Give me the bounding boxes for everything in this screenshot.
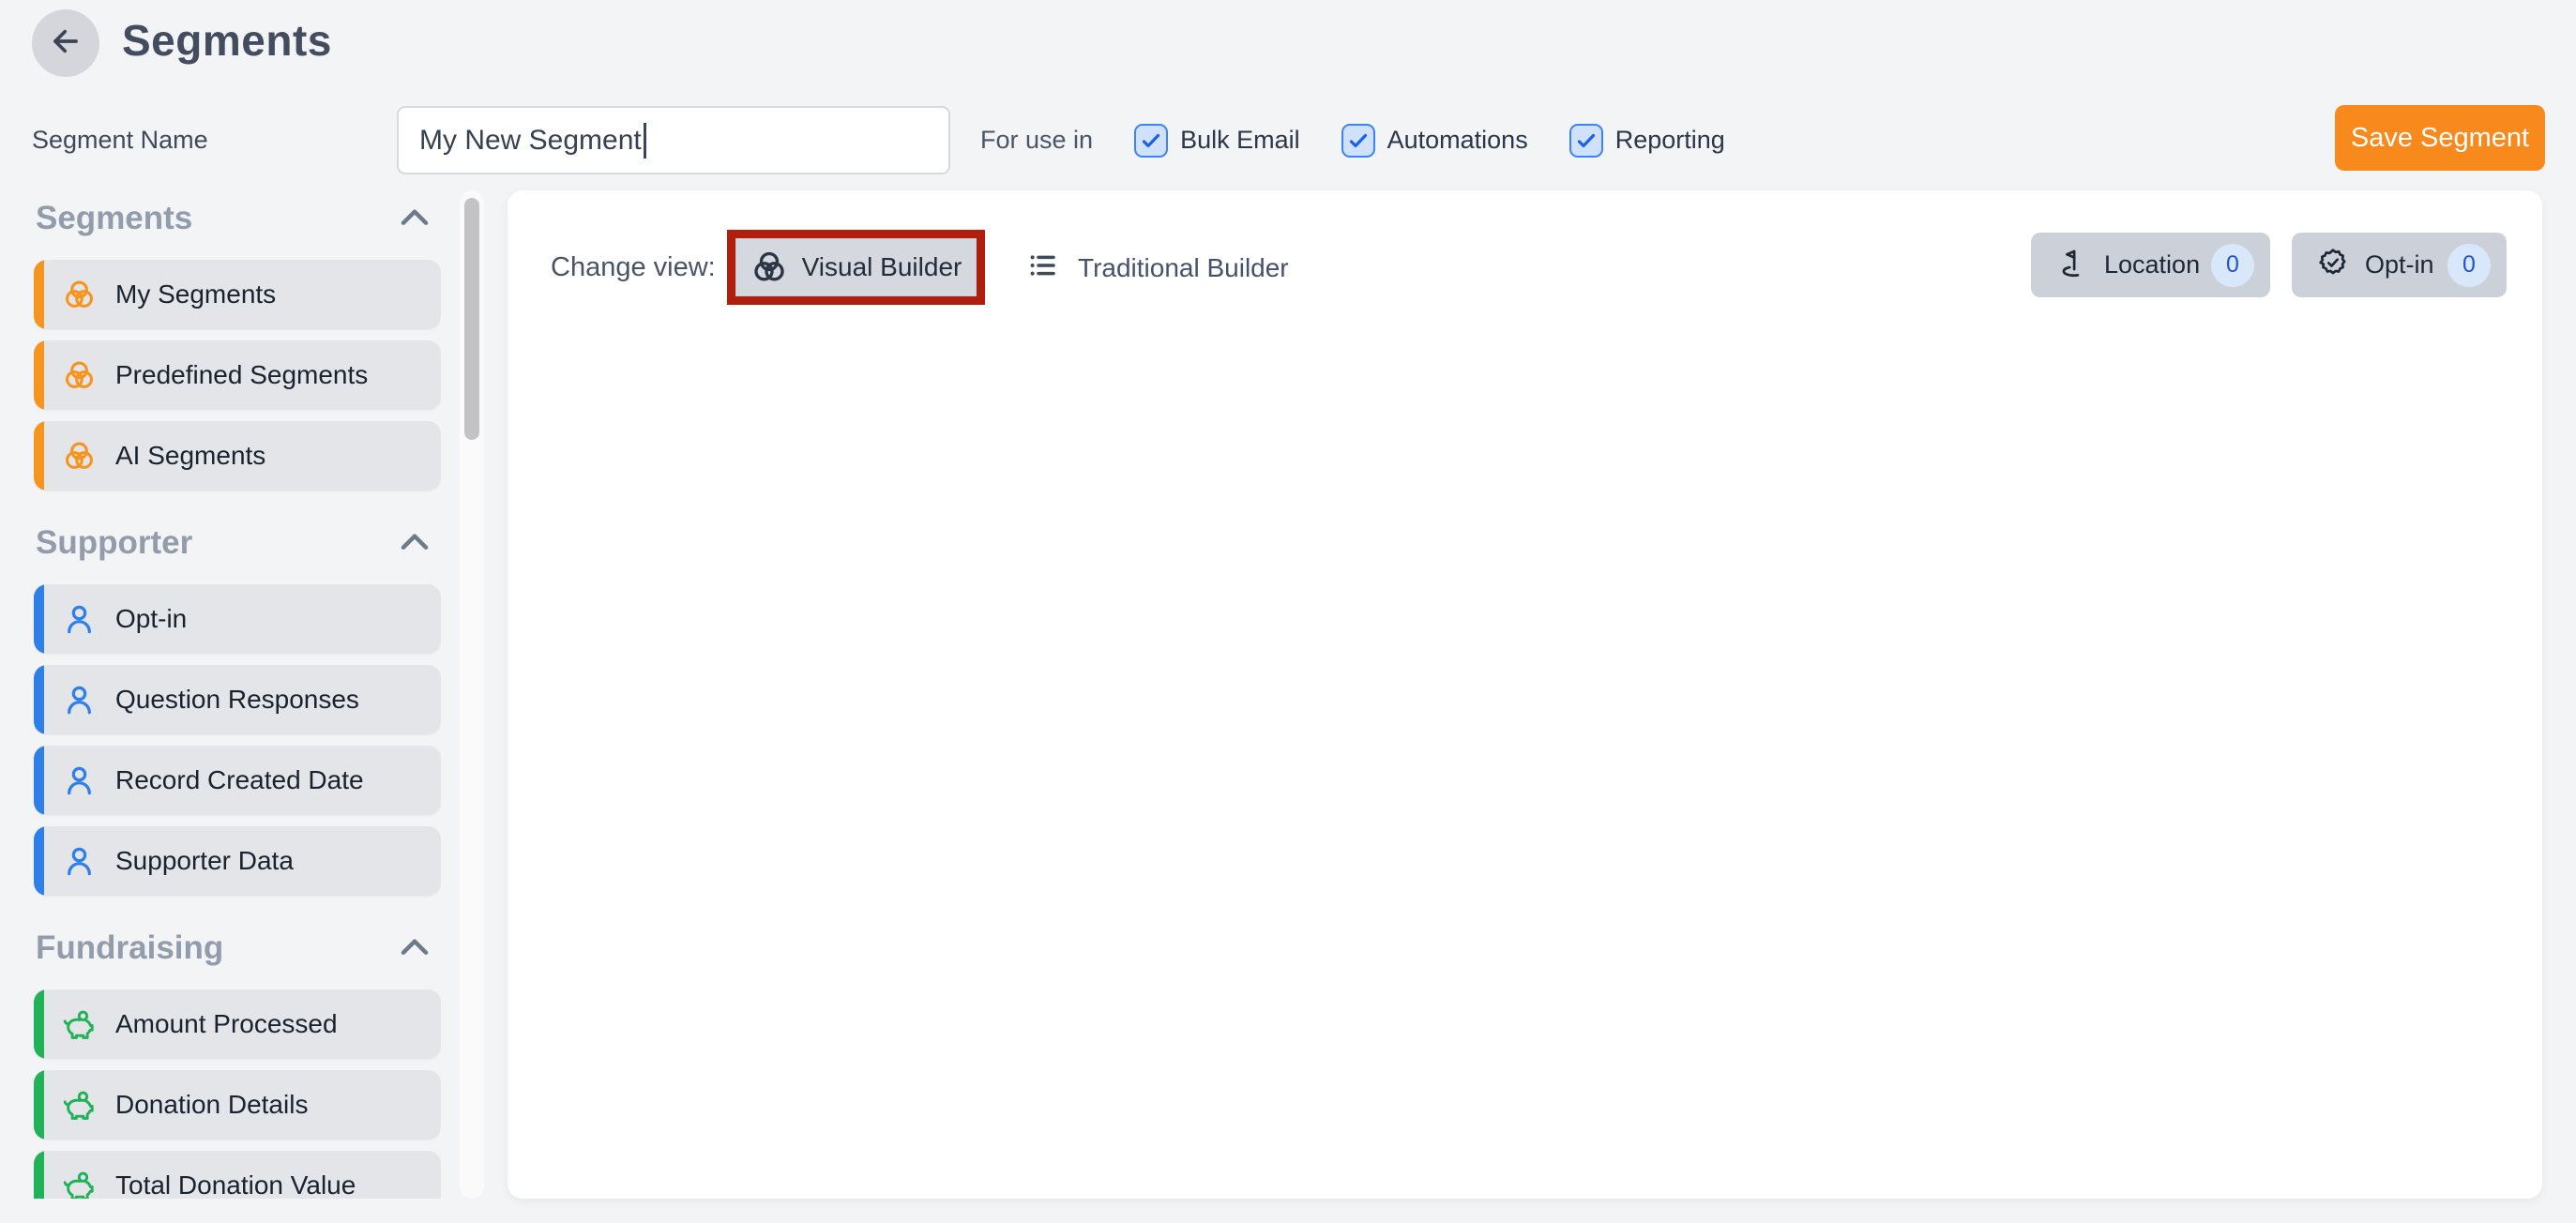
- section-title: Fundraising: [36, 929, 223, 967]
- back-button[interactable]: [32, 9, 99, 77]
- for-use-in-group: For use in Bulk Email Automations Report…: [980, 106, 1725, 174]
- venn-diagram-icon: [62, 278, 97, 312]
- accent-bar: [34, 584, 44, 654]
- checkbox-label: Automations: [1387, 126, 1528, 155]
- person-icon: [62, 602, 97, 637]
- sidebar-item-label: Donation Details: [115, 1090, 308, 1120]
- sidebar-item-label: My Segments: [115, 279, 276, 310]
- sidebar-scrollbar-thumb[interactable]: [464, 198, 479, 440]
- sidebar-item-label: Record Created Date: [115, 765, 364, 795]
- accent-bar: [34, 421, 44, 491]
- page-title: Segments: [122, 15, 332, 66]
- save-segment-button[interactable]: Save Segment: [2335, 105, 2545, 171]
- accent-bar: [34, 989, 44, 1059]
- chevron-up-icon[interactable]: [400, 532, 430, 555]
- for-use-in-label: For use in: [980, 126, 1093, 155]
- sidebar-item-amount-processed[interactable]: Amount Processed: [34, 989, 441, 1059]
- venn-diagram-icon: [62, 439, 97, 474]
- segment-name-label: Segment Name: [32, 126, 208, 155]
- checkbox-checked-icon[interactable]: [1341, 124, 1375, 158]
- person-icon: [62, 683, 97, 717]
- piggy-bank-icon: [62, 1007, 97, 1042]
- section-title: Segments: [36, 200, 192, 237]
- sidebar-item-label: Question Responses: [115, 685, 359, 715]
- sidebar-item-ai-segments[interactable]: AI Segments: [34, 421, 441, 491]
- change-view-label: Change view:: [551, 252, 716, 283]
- accent-bar: [34, 1070, 44, 1140]
- traditional-builder-label: Traditional Builder: [1078, 253, 1289, 283]
- piggy-bank-icon: [62, 1169, 97, 1200]
- sidebar-item-question-responses[interactable]: Question Responses: [34, 665, 441, 734]
- sidebar-section-segments-header[interactable]: Segments: [34, 198, 441, 239]
- seal-check-icon: [2317, 247, 2349, 283]
- location-filter-button[interactable]: Location 0: [2031, 233, 2270, 297]
- accent-bar: [34, 746, 44, 815]
- sidebar-item-label: Total Donation Value: [115, 1170, 356, 1199]
- segments-page: Segments Segment Name My New Segment For…: [0, 0, 2576, 1223]
- visual-builder-highlight-box: Visual Builder: [727, 230, 985, 305]
- sidebar-section-supporter-header[interactable]: Supporter: [34, 522, 441, 564]
- checkbox-reporting[interactable]: Reporting: [1569, 124, 1725, 158]
- opt-in-filter-label: Opt-in: [2365, 250, 2434, 279]
- checkbox-label: Bulk Email: [1180, 126, 1300, 155]
- sidebar-item-donation-details[interactable]: Donation Details: [34, 1070, 441, 1140]
- person-icon: [62, 763, 97, 798]
- sidebar-item-label: Opt-in: [115, 604, 187, 634]
- sidebar-item-label: Amount Processed: [115, 1009, 338, 1039]
- sidebar-item-label: AI Segments: [115, 441, 265, 471]
- location-filter-count-badge: 0: [2211, 244, 2254, 287]
- chevron-up-icon[interactable]: [400, 207, 430, 231]
- sidebar-scrollbar-track[interactable]: [460, 190, 484, 1199]
- segment-name-input[interactable]: My New Segment: [397, 106, 950, 174]
- sidebar-item-opt-in[interactable]: Opt-in: [34, 584, 441, 654]
- checkbox-bulk-email[interactable]: Bulk Email: [1134, 124, 1300, 158]
- person-icon: [62, 844, 97, 879]
- sidebar-item-my-segments[interactable]: My Segments: [34, 260, 441, 329]
- traditional-builder-button[interactable]: Traditional Builder: [1027, 249, 1289, 287]
- sidebar: Segments My Segments Predefined Segments: [34, 190, 441, 1199]
- arrow-left-icon: [48, 23, 83, 64]
- checkbox-checked-icon[interactable]: [1569, 124, 1603, 158]
- accent-bar: [34, 665, 44, 734]
- sidebar-section-fundraising-header[interactable]: Fundraising: [34, 928, 441, 969]
- checkbox-checked-icon[interactable]: [1134, 124, 1168, 158]
- text-caret: [644, 123, 646, 159]
- accent-bar: [34, 826, 44, 896]
- opt-in-filter-count-badge: 0: [2447, 244, 2491, 287]
- checkbox-label: Reporting: [1615, 126, 1725, 155]
- checkbox-automations[interactable]: Automations: [1341, 124, 1528, 158]
- accent-bar: [34, 340, 44, 410]
- visual-builder-label: Visual Builder: [802, 252, 962, 282]
- accent-bar: [34, 260, 44, 329]
- sidebar-item-total-donation-value[interactable]: Total Donation Value: [34, 1151, 441, 1199]
- sidebar-item-record-created-date[interactable]: Record Created Date: [34, 746, 441, 815]
- segment-name-value: My New Segment: [419, 125, 642, 157]
- chevron-up-icon[interactable]: [400, 937, 430, 960]
- sidebar-item-label: Predefined Segments: [115, 360, 368, 390]
- visual-builder-button[interactable]: Visual Builder: [735, 238, 977, 296]
- venn-diagram-icon: [62, 358, 97, 393]
- sidebar-item-supporter-data[interactable]: Supporter Data: [34, 826, 441, 896]
- builder-panel: Change view: Visual Builder Traditional …: [508, 190, 2542, 1199]
- golf-flag-icon: [2056, 247, 2088, 283]
- piggy-bank-icon: [62, 1088, 97, 1123]
- opt-in-filter-button[interactable]: Opt-in 0: [2292, 233, 2507, 297]
- section-title: Supporter: [36, 524, 192, 562]
- sidebar-item-label: Supporter Data: [115, 846, 294, 876]
- accent-bar: [34, 1151, 44, 1199]
- sidebar-item-predefined-segments[interactable]: Predefined Segments: [34, 340, 441, 410]
- list-icon: [1027, 249, 1057, 289]
- location-filter-label: Location: [2104, 250, 2200, 279]
